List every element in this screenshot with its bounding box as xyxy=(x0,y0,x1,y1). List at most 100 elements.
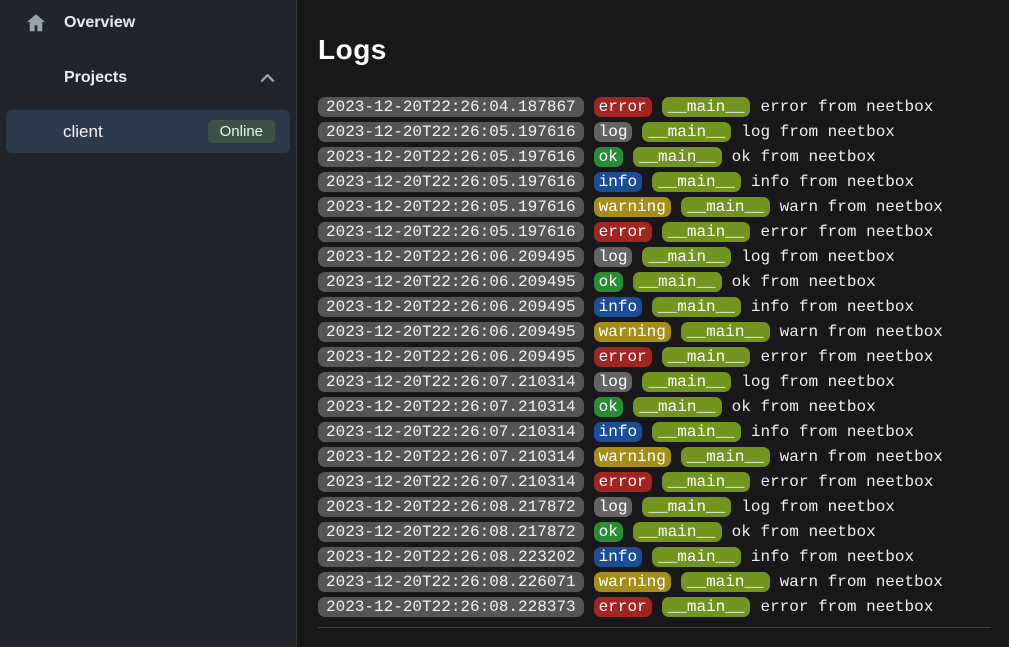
log-message: error from neetbox xyxy=(760,347,933,367)
log-timestamp: 2023-12-20T22:26:06.209495 xyxy=(318,272,584,292)
log-message: info from neetbox xyxy=(751,172,914,192)
log-message: error from neetbox xyxy=(760,597,933,617)
sidebar-item-client[interactable]: client Online xyxy=(6,110,290,153)
log-module-badge: __main__ xyxy=(652,172,741,192)
log-message: warn from neetbox xyxy=(780,447,943,467)
log-timestamp: 2023-12-20T22:26:08.223202 xyxy=(318,547,584,567)
log-level-badge: ok xyxy=(594,272,623,292)
log-module-badge: __main__ xyxy=(642,247,731,267)
log-row: 2023-12-20T22:26:05.197616warning__main_… xyxy=(318,197,995,217)
log-level-badge: error xyxy=(594,347,652,367)
page-title: Logs xyxy=(318,33,995,67)
log-row: 2023-12-20T22:26:08.217872ok__main__ok f… xyxy=(318,522,995,542)
sidebar-item-label: Overview xyxy=(64,14,276,32)
log-message: log from neetbox xyxy=(741,122,895,142)
log-level-badge: ok xyxy=(594,522,623,542)
log-message: log from neetbox xyxy=(741,247,895,267)
log-timestamp: 2023-12-20T22:26:07.210314 xyxy=(318,472,584,492)
log-level-badge: ok xyxy=(594,397,623,417)
log-row: 2023-12-20T22:26:07.210314log__main__log… xyxy=(318,372,995,392)
log-row: 2023-12-20T22:26:08.226071warning__main_… xyxy=(318,572,995,592)
log-row: 2023-12-20T22:26:06.209495error__main__e… xyxy=(318,347,995,367)
log-row: 2023-12-20T22:26:06.209495 warning __main_… xyxy=(318,322,995,342)
log-timestamp: 2023-12-20T22:26:07.210314 xyxy=(318,397,584,417)
log-message: ok from neetbox xyxy=(732,147,876,167)
project-name: client xyxy=(63,122,103,142)
log-row: 2023-12-20T22:26:06.209495info__main__in… xyxy=(318,297,995,317)
log-level-badge: error xyxy=(594,222,652,242)
log-module-badge: __main__ xyxy=(662,597,751,617)
log-message: warn from neetbox xyxy=(780,572,943,592)
log-timestamp: 2023-12-20T22:26:06.209495 xyxy=(318,247,584,267)
log-module-badge: __main__ xyxy=(642,122,731,142)
sidebar-item-label: Projects xyxy=(64,69,242,87)
log-message: error from neetbox xyxy=(760,472,933,492)
log-message: warn from neetbox xyxy=(780,322,943,342)
home-icon xyxy=(25,12,47,34)
log-module-badge: __main__ xyxy=(662,472,751,492)
log-message: error from neetbox xyxy=(760,222,933,242)
log-list: 2023-12-20T22:26:04.187867error__main__e… xyxy=(318,97,995,617)
log-row: 2023-12-20T22:26:05.197616 log __main__ log… xyxy=(318,122,995,142)
log-timestamp: 2023-12-20T22:26:07.210314 xyxy=(318,372,584,392)
log-timestamp: 2023-12-20T22:26:06.209495 xyxy=(318,322,584,342)
log-row: 2023-12-20T22:26:08.223202info__main__in… xyxy=(318,547,995,567)
log-level-badge: log xyxy=(594,497,633,517)
log-module-badge: __main__ xyxy=(642,497,731,517)
log-timestamp: 2023-12-20T22:26:05.197616 xyxy=(318,172,584,192)
log-message: error from neetbox xyxy=(760,97,933,117)
sidebar-item-overview[interactable]: Overview xyxy=(0,2,296,44)
log-row: 2023-12-20T22:26:08.228373error__main__e… xyxy=(318,597,995,617)
log-level-badge: info xyxy=(594,422,642,442)
log-row: 2023-12-20T22:26:07.210314 ok __main__ ok f… xyxy=(318,397,995,417)
log-timestamp: 2023-12-20T22:26:06.209495 xyxy=(318,347,584,367)
log-module-badge: __main__ xyxy=(652,422,741,442)
status-badge: Online xyxy=(208,120,275,143)
log-timestamp: 2023-12-20T22:26:04.187867 xyxy=(318,97,584,117)
log-timestamp: 2023-12-20T22:26:05.197616 xyxy=(318,122,584,142)
app-window: Overview Projects client Online Logs 202… xyxy=(0,0,1009,647)
log-module-badge: __main__ xyxy=(662,222,751,242)
log-level-badge: info xyxy=(594,547,642,567)
log-level-badge: error xyxy=(594,472,652,492)
log-message: info from neetbox xyxy=(751,422,914,442)
log-module-badge: __main__ xyxy=(681,447,770,467)
log-message: ok from neetbox xyxy=(732,522,876,542)
menu-bars-icon xyxy=(25,68,47,89)
log-message: ok from neetbox xyxy=(732,272,876,292)
log-timestamp: 2023-12-20T22:26:07.210314 xyxy=(318,422,584,442)
log-module-badge: __main__ xyxy=(681,572,770,592)
log-level-badge: info xyxy=(594,172,642,192)
log-level-badge: warning xyxy=(594,322,671,342)
sidebar: Overview Projects client Online xyxy=(0,0,297,647)
log-row: 2023-12-20T22:26:05.197616 error __main__ e… xyxy=(318,222,995,242)
divider xyxy=(318,627,991,628)
log-message: info from neetbox xyxy=(751,297,914,317)
log-row: 2023-12-20T22:26:08.217872log__main__log… xyxy=(318,497,995,517)
log-row: 2023-12-20T22:26:05.197616 info __main__ in… xyxy=(318,172,995,192)
log-module-badge: __main__ xyxy=(681,322,770,342)
log-timestamp: 2023-12-20T22:26:05.197616 xyxy=(318,147,584,167)
log-module-badge: __main__ xyxy=(681,197,770,217)
log-level-badge: info xyxy=(594,297,642,317)
log-message: log from neetbox xyxy=(741,372,895,392)
log-timestamp: 2023-12-20T22:26:05.197616 xyxy=(318,197,584,217)
log-row: 2023-12-20T22:26:07.210314 error __main__ e… xyxy=(318,472,995,492)
log-timestamp: 2023-12-20T22:26:05.197616 xyxy=(318,222,584,242)
log-module-badge: __main__ xyxy=(633,397,722,417)
log-module-badge: __main__ xyxy=(633,272,722,292)
log-timestamp: 2023-12-20T22:26:07.210314 xyxy=(318,447,584,467)
log-row: 2023-12-20T22:26:06.209495 log __main__ log… xyxy=(318,247,995,267)
sidebar-item-projects[interactable]: Projects xyxy=(0,57,296,99)
log-level-badge: error xyxy=(594,597,652,617)
chevron-up-icon[interactable] xyxy=(259,71,276,85)
log-module-badge: __main__ xyxy=(652,297,741,317)
log-level-badge: log xyxy=(594,372,633,392)
log-level-badge: log xyxy=(594,122,633,142)
log-message: ok from neetbox xyxy=(732,397,876,417)
log-row: 2023-12-20T22:26:04.187867error__main__e… xyxy=(318,97,995,117)
log-row: 2023-12-20T22:26:06.209495 ok __main__ ok f… xyxy=(318,272,995,292)
log-module-badge: __main__ xyxy=(652,547,741,567)
log-module-badge: __main__ xyxy=(633,522,722,542)
log-level-badge: log xyxy=(594,247,633,267)
